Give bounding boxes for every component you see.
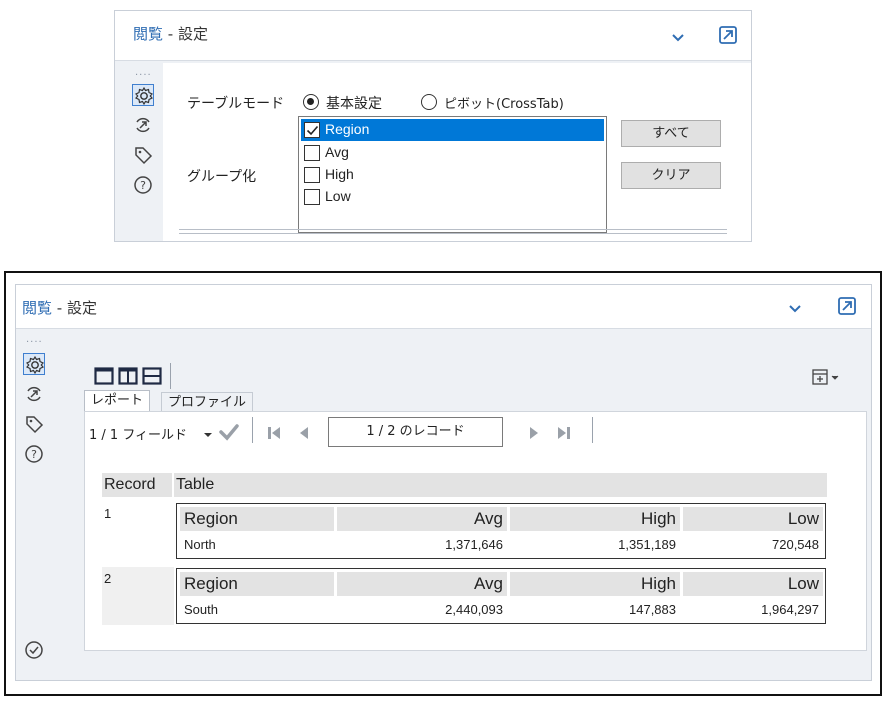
table-cell: 1,371,646 — [445, 537, 503, 552]
top-panel-header: 閲覧 - 設定 — [115, 11, 751, 61]
table-cell: 1,964,297 — [761, 602, 819, 617]
chevron-down-icon[interactable] — [202, 426, 214, 445]
field-count: 1 / 1 フィールド — [89, 428, 188, 443]
field-label: Region — [325, 121, 370, 137]
table-header-cell: Region — [180, 572, 334, 596]
table-cell: South — [184, 602, 218, 617]
checkmark-icon — [306, 125, 319, 136]
last-record-icon[interactable] — [556, 425, 572, 445]
check-circle-icon[interactable] — [23, 639, 45, 661]
pivot-mode-label[interactable]: ピボット(CrossTab) — [444, 93, 564, 112]
field-label: High — [325, 166, 354, 182]
toolbar-dots: .... — [26, 334, 43, 345]
svg-text:?: ? — [31, 448, 37, 461]
connection-icon[interactable] — [23, 383, 45, 405]
tag-icon[interactable] — [23, 413, 45, 435]
record-number: 2 — [104, 571, 112, 586]
next-record-icon[interactable] — [526, 425, 542, 445]
bottom-panel-title: 閲覧 - 設定 — [22, 299, 97, 317]
list-item[interactable]: Avg — [301, 142, 604, 164]
checkmark-icon[interactable] — [218, 422, 240, 446]
column-header-record: Record — [102, 473, 172, 497]
tag-icon[interactable] — [132, 144, 154, 166]
record-row-shade — [102, 567, 174, 625]
record-table: Region Avg High Low North 1,371,646 1,35… — [176, 503, 826, 559]
tab-report[interactable]: レポート — [84, 390, 151, 412]
expand-icon[interactable] — [717, 24, 739, 46]
column-header-table: Table — [174, 473, 827, 497]
vertical-split-icon[interactable] — [118, 366, 138, 386]
chevron-down-icon[interactable] — [669, 28, 687, 46]
table-cell: 2,440,093 — [445, 602, 503, 617]
record-position-field[interactable]: 1 / 2 のレコード — [328, 417, 503, 447]
list-item[interactable]: Low — [301, 186, 604, 208]
field-checkbox[interactable] — [304, 189, 320, 205]
table-header-cell: Low — [683, 507, 823, 531]
bottom-browse-panel: 閲覧 - 設定 .... ? レポート プロファイル 1 / 1 フィールド 1… — [15, 284, 872, 681]
toolbar-dots: .... — [135, 67, 152, 78]
help-icon[interactable]: ? — [23, 443, 45, 465]
settings-icon[interactable] — [132, 84, 154, 106]
group-fields-listbox[interactable]: Region Avg High Low — [298, 116, 607, 233]
section-divider — [179, 233, 727, 234]
table-cell: 720,548 — [772, 537, 819, 552]
table-cell: 147,883 — [629, 602, 676, 617]
table-header-cell: High — [510, 507, 680, 531]
table-mode-label: テーブルモード — [187, 96, 285, 112]
expand-icon[interactable] — [836, 295, 858, 317]
table-cell: 1,351,189 — [618, 537, 676, 552]
field-label: Low — [325, 188, 351, 204]
basic-mode-label[interactable]: 基本設定 — [326, 93, 382, 113]
first-record-icon[interactable] — [266, 425, 282, 445]
group-by-label: グループ化 — [187, 169, 257, 185]
clear-button[interactable]: クリア — [621, 162, 721, 189]
tab-profile[interactable]: プロファイル — [161, 392, 254, 412]
help-icon[interactable]: ? — [132, 174, 154, 196]
bottom-panel-header: 閲覧 - 設定 — [16, 285, 871, 329]
add-column-icon[interactable] — [811, 368, 845, 388]
toolbar-separator — [170, 363, 171, 389]
cut-off-section-label: ‥ ‥ ‥ — [220, 236, 249, 241]
field-checkbox[interactable] — [304, 122, 320, 138]
table-header-cell: Avg — [337, 572, 507, 596]
top-config-panel: 閲覧 - 設定 .... ? テーブルモード 基本設定 ピボット(CrossTa… — [114, 10, 752, 242]
toolbar-separator — [592, 417, 593, 443]
select-all-button[interactable]: すべて — [621, 120, 721, 147]
table-header-cell: High — [510, 572, 680, 596]
horizontal-split-icon[interactable] — [142, 366, 162, 386]
table-header-cell: Region — [180, 507, 334, 531]
record-number: 1 — [104, 506, 112, 521]
list-item[interactable]: Region — [301, 119, 604, 141]
settings-icon[interactable] — [23, 353, 45, 375]
connection-icon[interactable] — [132, 114, 154, 136]
basic-mode-radio[interactable] — [303, 94, 319, 110]
pivot-mode-radio[interactable] — [421, 94, 437, 110]
table-header-cell: Low — [683, 572, 823, 596]
svg-text:?: ? — [140, 179, 146, 192]
table-header-cell: Avg — [337, 507, 507, 531]
section-divider — [179, 229, 727, 230]
record-table: Region Avg High Low South 2,440,093 147,… — [176, 568, 826, 624]
list-item[interactable]: High — [301, 164, 604, 186]
toolbar-separator — [252, 417, 253, 443]
chevron-down-icon[interactable] — [786, 299, 804, 317]
single-view-icon[interactable] — [94, 366, 114, 386]
bottom-frame: 閲覧 - 設定 .... ? レポート プロファイル 1 / 1 フィールド 1… — [4, 271, 882, 696]
table-cell: North — [184, 537, 216, 552]
field-label: Avg — [325, 144, 349, 160]
previous-record-icon[interactable] — [296, 425, 312, 445]
field-checkbox[interactable] — [304, 145, 320, 161]
field-checkbox[interactable] — [304, 167, 320, 183]
top-panel-title: 閲覧 - 設定 — [133, 25, 208, 43]
